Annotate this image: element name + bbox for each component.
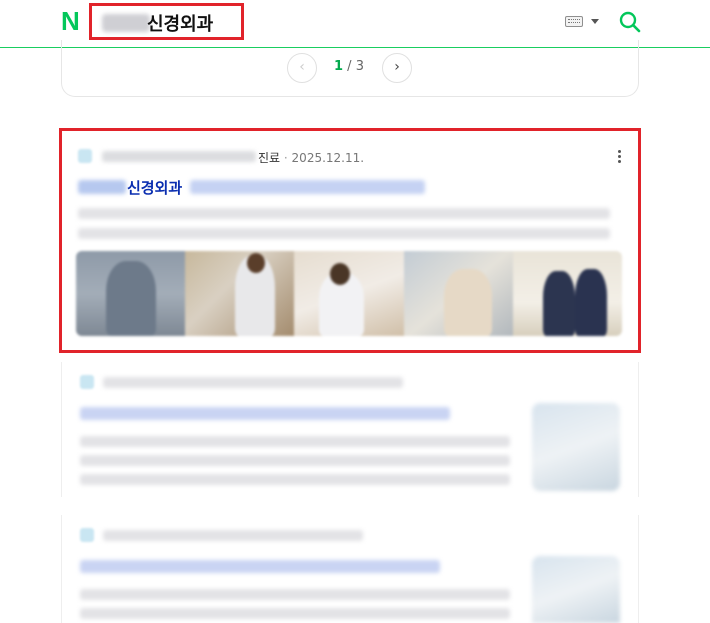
source-line: 진료 · 2025.12.11. [258,149,364,166]
result-image[interactable] [512,251,622,336]
page-separator: / [343,59,356,74]
search-query-text: 신경외과 [147,14,214,35]
snippet-line [78,208,610,219]
keyboard-icon[interactable] [565,16,583,27]
naver-logo[interactable]: N [61,8,80,34]
source-favicon [78,149,92,163]
result-image[interactable] [403,251,513,336]
query-redacted [102,14,150,32]
result-image[interactable] [76,251,186,336]
source-favicon [80,375,94,389]
search-query-box[interactable]: 신경외과 [89,3,244,40]
title-tail-redacted [190,180,425,194]
source-name-redacted [102,151,256,162]
snippet-line [80,589,510,600]
source-separator: · [280,151,292,165]
current-page: 1 [334,59,344,74]
snippet-line [80,455,510,466]
snippet-line [78,228,610,239]
result-thumbnail[interactable] [532,556,620,623]
total-pages: 3 [355,59,364,74]
result-title[interactable]: 신경외과 [127,177,182,198]
pagination-card: ‹ 1 / 3 › [61,40,639,97]
more-options-icon[interactable] [618,150,622,164]
dropdown-caret-icon[interactable] [591,19,599,24]
image-strip[interactable] [76,251,622,336]
post-date: 2025.12.11. [291,151,365,165]
result-title-redacted[interactable] [80,560,440,573]
result-thumbnail[interactable] [532,403,620,491]
prev-page-button[interactable]: ‹ [287,53,317,83]
source-redacted [103,377,403,388]
snippet-line [80,436,510,447]
snippet-line [80,608,510,619]
source-favicon [80,528,94,542]
source-redacted [103,530,363,541]
source-tail[interactable]: 진료 [258,151,280,165]
result-image[interactable] [294,251,404,336]
search-icon[interactable] [618,10,642,34]
result-image[interactable] [185,251,295,336]
result-title-redacted[interactable] [80,407,450,420]
title-redacted [78,180,126,194]
next-page-button[interactable]: › [382,53,412,83]
page-indicator: 1 / 3 [334,59,364,74]
snippet-line [80,474,510,485]
